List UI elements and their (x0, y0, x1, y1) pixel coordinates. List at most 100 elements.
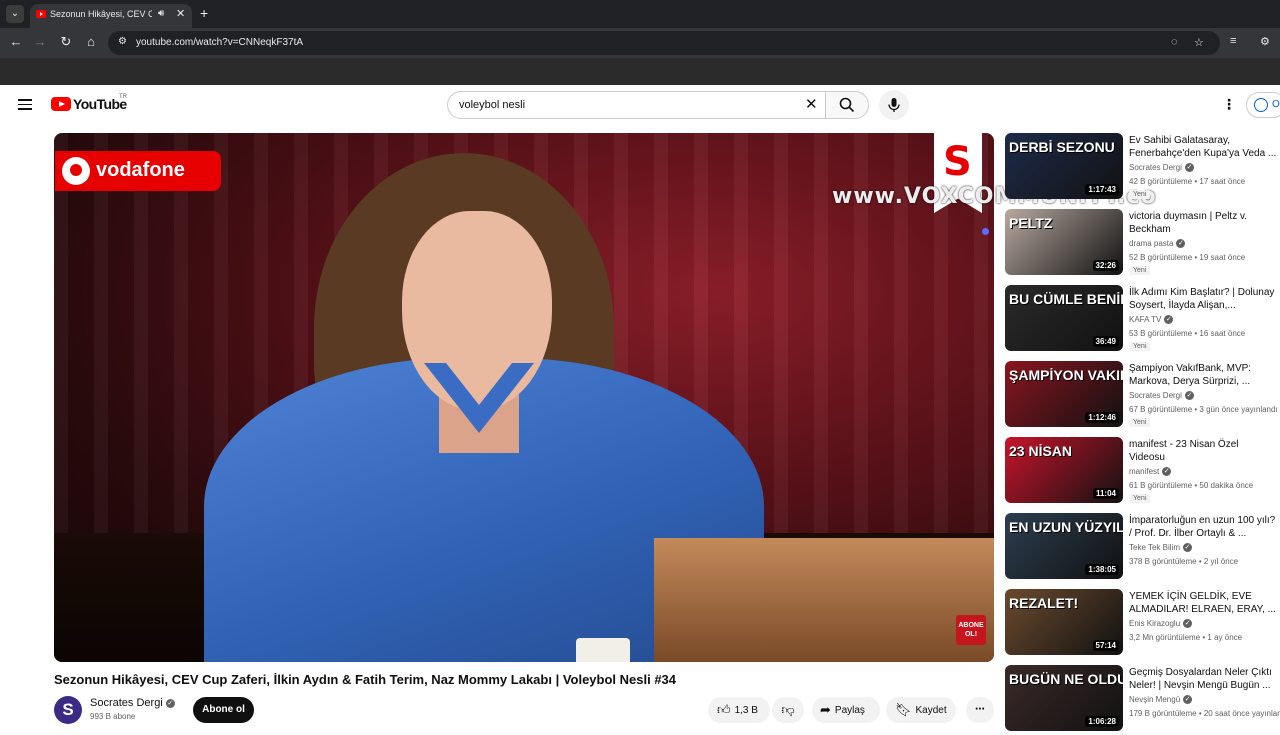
video-thumbnail[interactable]: BUGÜN NE OLDU 1:06:28 (1005, 665, 1123, 731)
recommendation-item[interactable]: BUGÜN NE OLDU 1:06:28 Geçmiş Dosyalardan… (1005, 665, 1280, 735)
browser-tab-active[interactable]: Sezonun Hikâyesi, CEV Cup 🔊︎ ✕ (30, 4, 192, 28)
forward-arrow-icon[interactable]: → (32, 34, 48, 50)
recommendation-meta: 179 B görüntüleme • 20 saat önce yayınla… (1129, 709, 1280, 718)
extensions-icon[interactable]: ⚙︎ (1260, 35, 1270, 48)
new-tab-button[interactable]: + (200, 5, 208, 21)
search-button[interactable] (825, 91, 869, 119)
home-icon[interactable]: ⌂ (83, 34, 99, 50)
subscribe-watermark-badge[interactable]: ABONE OL! (956, 615, 986, 645)
tab-title: Sezonun Hikâyesi, CEV Cup (50, 9, 152, 19)
country-code: TR (119, 94, 127, 100)
video-thumbnail[interactable]: DERBİ SEZONU 1:17:43 (1005, 133, 1123, 199)
recommendation-channel[interactable]: drama pasta ✓ (1129, 239, 1186, 249)
reload-icon[interactable]: ↻ (58, 34, 74, 50)
recommendation-item[interactable]: 23 NİSAN 11:04 manifest - 23 Nisan Özel … (1005, 437, 1280, 507)
video-thumbnail[interactable]: BU CÜMLE BENİM DEĞİL 36:49 (1005, 285, 1123, 351)
verified-check-icon: ✓ (1164, 315, 1174, 325)
recommendation-title[interactable]: manifest - 23 Nisan Özel Videosu (1129, 438, 1277, 464)
recommendation-channel-name[interactable]: Socrates Dergi (1129, 163, 1182, 172)
bookmark-star-icon[interactable]: ☆ (1194, 36, 1204, 49)
tab-close-icon[interactable]: ✕ (176, 7, 185, 20)
chevron-down-icon: ⌄ (10, 8, 20, 19)
duration-badge: 11:04 (1092, 488, 1119, 499)
save-button[interactable]: 🔖︎ Kaydet (886, 697, 956, 723)
recommendation-channel-name[interactable]: Teke Tek Bilim (1129, 543, 1180, 552)
voice-search-button[interactable] (879, 90, 909, 120)
youtube-header: YouTube TR voleybol nesli ✕ ⋮ O (0, 85, 1280, 125)
channel-logo-letter: S (943, 139, 972, 185)
recommendation-meta: 378 B görüntüleme • 2 yıl önce (1129, 557, 1239, 566)
site-info-icon[interactable]: ⚙︎ (118, 36, 127, 47)
video-thumbnail[interactable]: EN UZUN YÜZYIL? 1:38:05 (1005, 513, 1123, 579)
recommendation-channel-name[interactable]: manifest (1129, 467, 1159, 476)
vodafone-icon (62, 157, 90, 185)
new-badge: Yeni (1129, 494, 1151, 503)
tab-list-button[interactable]: ⌄ (6, 5, 24, 23)
recommendation-channel-name[interactable]: Socrates Dergi (1129, 391, 1182, 400)
channel-name-text[interactable]: Socrates Dergi (90, 697, 163, 709)
recommendation-channel-name[interactable]: Enis Kirazoglu (1129, 619, 1180, 628)
video-thumbnail[interactable]: PELTZ 32:26 (1005, 209, 1123, 275)
video-player[interactable]: vodafone S ABONE OL! (54, 133, 994, 662)
verified-check-icon: ✓ (1184, 391, 1194, 401)
thumbnail-text: ŞAMPİYON VAKIFBANK (1009, 367, 1123, 383)
more-actions-icon[interactable]: ⋯ (966, 697, 994, 723)
recommendation-channel[interactable]: Nevşin Mengü ✓ (1129, 695, 1193, 705)
menu-icon[interactable] (18, 99, 32, 110)
bookmarks-bar-area (0, 58, 1280, 85)
like-count: 1,3 B (734, 705, 758, 716)
recommendation-item[interactable]: REZALET! 57:14 YEMEK İÇİN GELDİK, EVE AL… (1005, 589, 1280, 659)
recommendation-title[interactable]: İmparatorluğun en uzun 100 yılı? / Prof.… (1129, 514, 1277, 540)
eye-off-icon[interactable]: ◌ (1171, 36, 1178, 48)
recommendation-title[interactable]: victoria duymasın | Peltz v. Beckham (1129, 210, 1277, 236)
recommendation-title[interactable]: İlk Adımı Kim Başlatır? | Dolunay Soyser… (1129, 286, 1277, 312)
media-control-icon[interactable]: ≡ (1230, 35, 1236, 47)
recommendation-title[interactable]: Geçmiş Dosyalardan Neler Çıktı Neler! | … (1129, 666, 1277, 692)
speaker-icon[interactable]: 🔊︎ (158, 8, 164, 19)
recommendation-channel[interactable]: Teke Tek Bilim ✓ (1129, 543, 1192, 553)
recommendation-title[interactable]: YEMEK İÇİN GELDİK, EVE ALMADILAR! ELRAEN… (1129, 590, 1277, 616)
vodafone-logo: vodafone (55, 151, 221, 191)
subscribe-button[interactable]: Abone ol (193, 697, 254, 723)
search-input[interactable]: voleybol nesli ✕ (447, 91, 825, 119)
recommendation-channel-name[interactable]: Nevşin Mengü (1129, 695, 1180, 704)
recommendation-item[interactable]: DERBİ SEZONU 1:17:43 Ev Sahibi Galatasar… (1005, 133, 1280, 203)
recommendation-channel-name[interactable]: drama pasta (1129, 239, 1173, 248)
back-arrow-icon[interactable]: ← (8, 34, 24, 50)
recommendation-channel-name[interactable]: KAFA TV (1129, 315, 1161, 324)
recommendation-title[interactable]: Ev Sahibi Galatasaray, Fenerbahçe'den Ku… (1129, 134, 1277, 160)
thumbs-down-icon: 👎︎ (781, 702, 795, 717)
new-badge: Yeni (1129, 342, 1151, 351)
recommendation-item[interactable]: BU CÜMLE BENİM DEĞİL 36:49 İlk Adımı Kim… (1005, 285, 1280, 355)
search-query[interactable]: voleybol nesli (459, 99, 525, 111)
settings-more-icon[interactable]: ⋮ (1222, 97, 1236, 111)
video-thumbnail[interactable]: REZALET! 57:14 (1005, 589, 1123, 655)
dislike-button[interactable]: 👎︎ (772, 697, 804, 723)
recommendation-channel[interactable]: Socrates Dergi ✓ (1129, 391, 1194, 401)
verified-check-icon: ✓ (1162, 467, 1172, 477)
clear-search-icon[interactable]: ✕ (805, 96, 818, 114)
verified-check-icon: ✓ (1182, 543, 1192, 553)
recommendation-channel[interactable]: KAFA TV ✓ (1129, 315, 1174, 325)
address-bar[interactable]: ⚙︎ youtube.com/watch?v=CNNeqkF37tA ◌ ☆ (108, 31, 1220, 55)
video-thumbnail[interactable]: ŞAMPİYON VAKIFBANK 1:12:46 (1005, 361, 1123, 427)
youtube-logo-icon[interactable] (51, 97, 71, 111)
recommendation-item[interactable]: PELTZ 32:26 victoria duymasın | Peltz v.… (1005, 209, 1280, 279)
coffee-cup (576, 638, 630, 662)
recommendation-item[interactable]: EN UZUN YÜZYIL? 1:38:05 İmparatorluğun e… (1005, 513, 1280, 583)
recommendation-title[interactable]: Şampiyon VakıfBank, MVP: Markova, Derya … (1129, 362, 1277, 388)
recommendation-channel[interactable]: Enis Kirazoglu ✓ (1129, 619, 1193, 629)
share-button[interactable]: ➦ Paylaş (812, 697, 880, 723)
channel-name[interactable]: Socrates Dergi ✓ (90, 697, 175, 709)
recommendation-meta: 61 B görüntüleme • 50 dakika önce (1129, 481, 1254, 490)
microphone-icon (888, 98, 900, 112)
recommendation-item[interactable]: ŞAMPİYON VAKIFBANK 1:12:46 Şampiyon Vakı… (1005, 361, 1280, 431)
recommendation-meta: 42 B görüntüleme • 17 saat önce (1129, 177, 1246, 186)
recommendation-channel[interactable]: manifest ✓ (1129, 467, 1172, 477)
duration-badge: 1:17:43 (1085, 184, 1119, 195)
like-button[interactable]: 👍︎ 1,3 B (708, 697, 770, 723)
browser-tab-strip: ⌄ Sezonun Hikâyesi, CEV Cup 🔊︎ ✕ + (0, 0, 1280, 28)
sign-in-button[interactable]: O (1246, 92, 1280, 118)
video-thumbnail[interactable]: 23 NİSAN 11:04 (1005, 437, 1123, 503)
recommendation-channel[interactable]: Socrates Dergi ✓ (1129, 163, 1194, 173)
